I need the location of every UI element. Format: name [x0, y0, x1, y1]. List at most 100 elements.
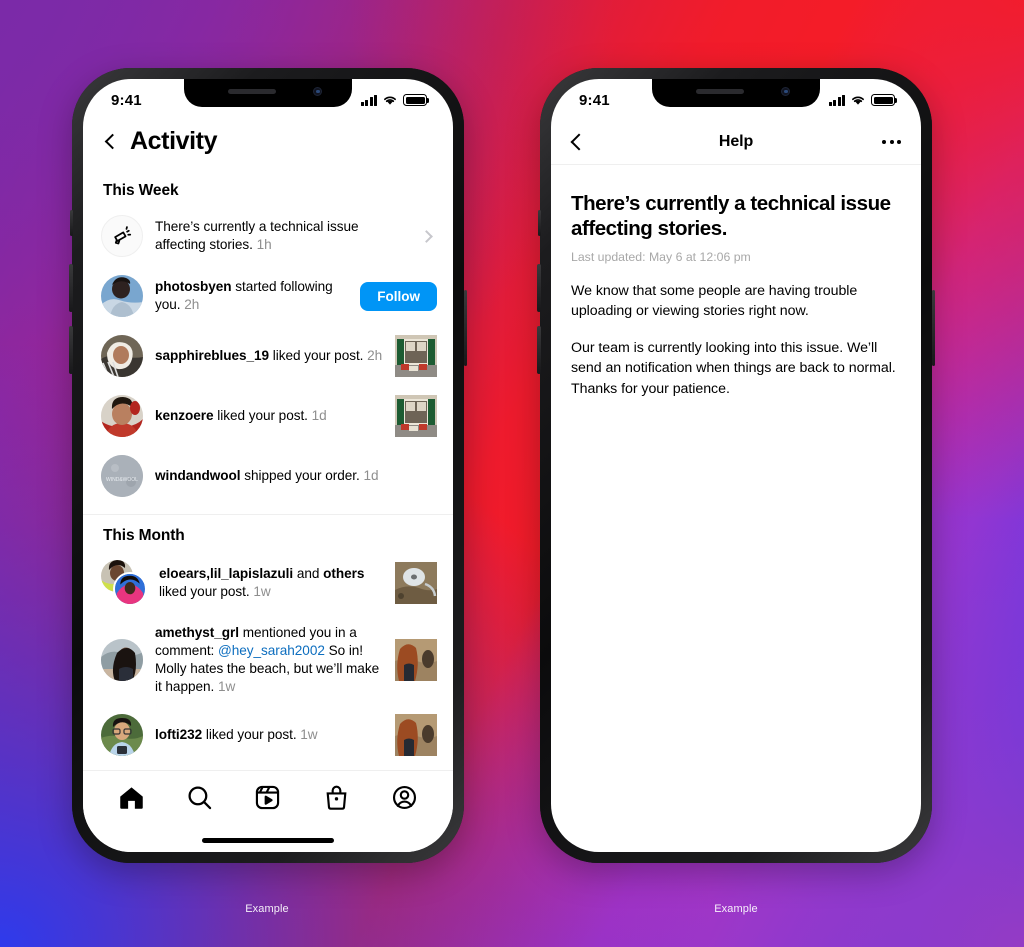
list-item[interactable]: lofti232 liked your post. 1w: [83, 705, 453, 765]
timestamp: 2h: [367, 347, 383, 363]
list-item-text: photosbyen started following you. 2h: [155, 278, 348, 314]
home-icon[interactable]: [118, 784, 145, 811]
status-time: 9:41: [111, 91, 142, 109]
list-item[interactable]: kenzoere liked your post. 1d: [83, 386, 453, 446]
caption-left: Example: [245, 903, 289, 915]
action-text: liked your post.: [213, 407, 308, 423]
list-item-text: windandwool shipped your order. 1d: [155, 467, 437, 485]
power-button[interactable]: [463, 290, 467, 366]
avatar[interactable]: [101, 275, 143, 317]
power-button[interactable]: [931, 290, 935, 366]
list-item[interactable]: There’s currently a technical issue affe…: [83, 206, 453, 266]
list-item[interactable]: photosbyen started following you. 2h Fol…: [83, 266, 453, 326]
username[interactable]: windandwool: [155, 468, 241, 483]
post-thumbnail[interactable]: [395, 562, 437, 604]
volume-down-button[interactable]: [537, 326, 541, 374]
status-icons: [360, 94, 430, 106]
username[interactable]: amethyst_grl: [155, 625, 239, 640]
help-article: There’s currently a technical issue affe…: [551, 165, 921, 399]
volume-up-button[interactable]: [537, 264, 541, 312]
timestamp: 2h: [184, 297, 200, 312]
section-header-this-month: This Month: [103, 527, 185, 544]
activity-header: Activity: [83, 119, 453, 170]
action-text: liked your post.: [159, 584, 250, 599]
post-thumbnail[interactable]: [395, 395, 437, 437]
article-paragraph-2: Our team is currently looking into this …: [571, 340, 896, 397]
avatar[interactable]: WIND&WOOL: [101, 455, 143, 497]
activity-list[interactable]: This Week There’s currently a technical …: [83, 170, 453, 802]
avatar[interactable]: [101, 714, 143, 757]
avatar-secondary: [113, 572, 147, 606]
username[interactable]: lofti232: [155, 727, 202, 742]
list-item-text: eloears,lil_lapislazuli and others liked…: [159, 565, 383, 601]
action-text: liked your post.: [269, 347, 364, 363]
page-title: Activity: [130, 127, 218, 155]
phone-screen-help: 9:41 Help There’s currently a technical …: [551, 79, 921, 852]
username[interactable]: sapphireblues_19: [155, 348, 269, 363]
timestamp: 1d: [311, 407, 327, 423]
post-thumbnail[interactable]: [395, 714, 437, 757]
battery-full-icon: [403, 94, 430, 106]
display-notch: [652, 79, 820, 107]
list-item-text: lofti232 liked your post. 1w: [155, 726, 383, 744]
article-paragraph-1: We know that some people are having trou…: [571, 283, 858, 320]
avatar[interactable]: [101, 395, 143, 437]
avatar[interactable]: [101, 639, 143, 682]
earpiece-speaker: [696, 89, 744, 94]
search-icon[interactable]: [186, 784, 213, 811]
silent-switch[interactable]: [69, 210, 73, 236]
username[interactable]: photosbyen: [155, 279, 232, 294]
phone-mockup-activity: 9:41 Activity This Week There’s currentl…: [69, 68, 467, 863]
mention-link[interactable]: @hey_sarah2002: [218, 643, 325, 658]
earpiece-speaker: [228, 89, 276, 94]
reels-icon[interactable]: [254, 784, 281, 811]
front-camera: [781, 87, 790, 96]
home-indicator[interactable]: [202, 838, 334, 843]
action-text: shipped your order.: [240, 467, 360, 483]
list-item-text: kenzoere liked your post. 1d: [155, 407, 383, 425]
wifi-icon: [852, 96, 864, 105]
signal-bars-icon: [828, 94, 845, 106]
profile-icon[interactable]: [391, 784, 418, 811]
avatar[interactable]: [101, 560, 147, 606]
chevron-left-icon[interactable]: [104, 133, 121, 150]
chevron-right-icon[interactable]: [420, 229, 433, 243]
others-label[interactable]: others: [323, 566, 364, 581]
post-thumbnail[interactable]: [395, 335, 437, 377]
follow-button[interactable]: Follow: [360, 281, 437, 311]
timestamp: 1w: [217, 679, 236, 695]
chevron-left-icon[interactable]: [570, 133, 588, 150]
svg-text:WIND&WOOL: WIND&WOOL: [106, 477, 138, 483]
phone-mockup-help: 9:41 Help There’s currently a technical …: [537, 68, 935, 863]
list-item[interactable]: amethyst_grl mentioned you in a comment:…: [83, 615, 453, 705]
silent-switch[interactable]: [537, 210, 541, 236]
timestamp: 1w: [253, 584, 271, 599]
list-item[interactable]: sapphireblues_19 liked your post. 2h: [83, 326, 453, 386]
article-heading: There’s currently a technical issue affe…: [571, 192, 891, 240]
caption-right: Example: [714, 903, 758, 915]
status-time: 9:41: [579, 91, 610, 109]
megaphone-icon: [101, 215, 143, 257]
volume-down-button[interactable]: [69, 326, 73, 374]
section-header-this-week: This Week: [103, 182, 179, 199]
avatar[interactable]: [101, 335, 143, 377]
help-navbar: Help: [551, 119, 921, 165]
timestamp: 1h: [256, 237, 272, 252]
list-item-text: There’s currently a technical issue affe…: [155, 218, 410, 254]
more-horizontal-icon[interactable]: [882, 139, 901, 144]
username[interactable]: eloears,lil_lapislazuli: [159, 566, 293, 581]
timestamp: 1d: [363, 467, 379, 483]
page-title: Help: [718, 132, 754, 150]
username[interactable]: kenzoere: [155, 408, 214, 423]
list-item[interactable]: WIND&WOOL windandwool shipped your order…: [83, 446, 453, 506]
post-thumbnail[interactable]: [395, 639, 437, 682]
phone-screen-activity: 9:41 Activity This Week There’s currentl…: [83, 79, 453, 852]
shop-bag-icon[interactable]: [323, 784, 350, 811]
list-item-text: sapphireblues_19 liked your post. 2h: [155, 347, 383, 365]
volume-up-button[interactable]: [69, 264, 73, 312]
display-notch: [184, 79, 352, 107]
signal-bars-icon: [360, 94, 377, 106]
timestamp: 1w: [300, 727, 318, 743]
list-item[interactable]: eloears,lil_lapislazuli and others liked…: [83, 551, 453, 615]
battery-full-icon: [871, 94, 898, 106]
